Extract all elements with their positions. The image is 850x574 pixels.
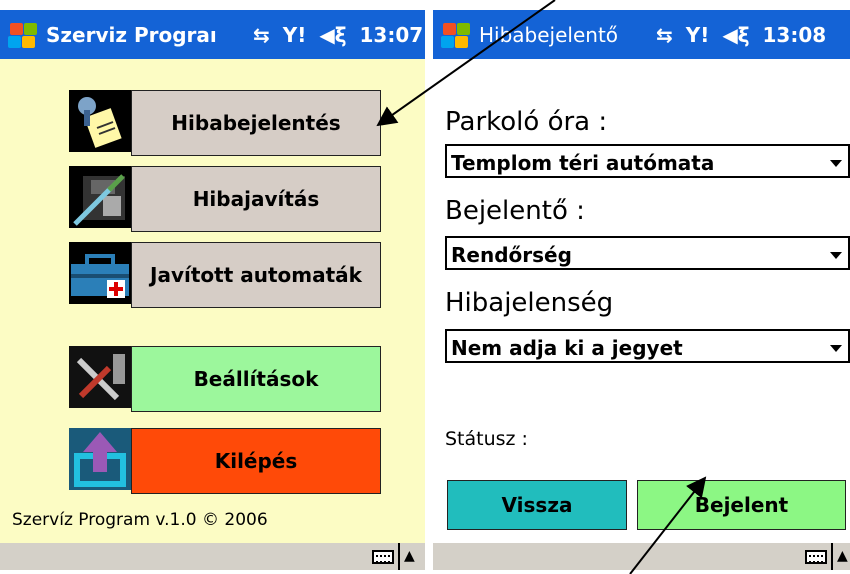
symptom-label: Hibajelenség — [445, 288, 614, 318]
clock[interactable]: 13:07 — [359, 23, 423, 47]
hibajavitas-button[interactable]: Hibajavítás — [131, 166, 381, 232]
symptom-select[interactable]: Nem adja ki a jegyet — [445, 329, 850, 363]
version-footer: Szervíz Program v.1.0 © 2006 — [12, 510, 425, 530]
hibabejelentes-button[interactable]: Hibabejelentés — [131, 90, 381, 156]
menu-bar: ▲ — [0, 543, 425, 570]
exit-up-arrow-icon[interactable] — [69, 428, 131, 490]
sync-icon[interactable]: ⇆ — [253, 23, 270, 47]
sync-icon[interactable]: ⇆ — [656, 23, 673, 47]
title-bar: Szerviz Prograı ⇆ Y! ◀ξ 13:07 — [0, 10, 425, 59]
chevron-down-icon[interactable] — [830, 345, 842, 352]
kilepes-button[interactable]: Kilépés — [131, 428, 381, 494]
notepad-pushpin-icon[interactable] — [69, 90, 131, 152]
up-arrow-icon[interactable]: ▲ — [404, 549, 415, 563]
windows-start-icon[interactable] — [441, 22, 471, 50]
windows-start-icon[interactable] — [8, 22, 38, 50]
parking-meter-select[interactable]: Templom téri autómata — [445, 144, 850, 178]
keyboard-icon[interactable] — [805, 550, 827, 564]
javitott-automatak-button[interactable]: Javított automaták — [131, 242, 381, 308]
toolbox-icon[interactable] — [69, 242, 131, 304]
speaker-icon[interactable]: ◀ξ — [319, 23, 346, 47]
speaker-icon[interactable]: ◀ξ — [722, 23, 749, 47]
reporter-select[interactable]: Rendőrség — [445, 236, 850, 270]
fault-report-screen: Hibabejelentő ⇆ Y! ◀ξ 13:08 Parkoló óra … — [433, 10, 850, 570]
back-button[interactable]: Vissza — [447, 480, 627, 530]
status-area: ⇆ Y! ◀ξ 13:07 — [253, 23, 425, 47]
screen-title: Hibabejelentő — [479, 23, 619, 47]
beallitasok-button[interactable]: Beállítások — [131, 346, 381, 412]
up-arrow-icon[interactable]: ▲ — [837, 549, 848, 563]
main-menu-screen: Szerviz Prograı ⇆ Y! ◀ξ 13:07 Hibabejele… — [0, 10, 425, 570]
parking-meter-label: Parkoló óra : — [445, 107, 608, 137]
menubar-separator — [831, 543, 833, 570]
menu-bar: ▲ — [433, 543, 850, 570]
chevron-down-icon[interactable] — [830, 160, 842, 167]
submit-button[interactable]: Bejelent — [637, 480, 846, 530]
status-label: Státusz : — [445, 428, 528, 450]
floppy-screwdriver-icon[interactable] — [69, 166, 131, 228]
title-bar: Hibabejelentő ⇆ Y! ◀ξ 13:08 — [433, 10, 850, 59]
menubar-separator — [398, 543, 400, 570]
tools-icon[interactable] — [69, 346, 131, 408]
status-area: ⇆ Y! ◀ξ 13:08 — [656, 23, 832, 47]
chevron-down-icon[interactable] — [830, 252, 842, 259]
antenna-icon[interactable]: Y! — [283, 23, 307, 47]
reporter-label: Bejelentő : — [445, 196, 585, 226]
antenna-icon[interactable]: Y! — [686, 23, 710, 47]
keyboard-icon[interactable] — [372, 550, 394, 564]
clock[interactable]: 13:08 — [762, 23, 826, 47]
app-title: Szerviz Prograı — [46, 23, 217, 47]
